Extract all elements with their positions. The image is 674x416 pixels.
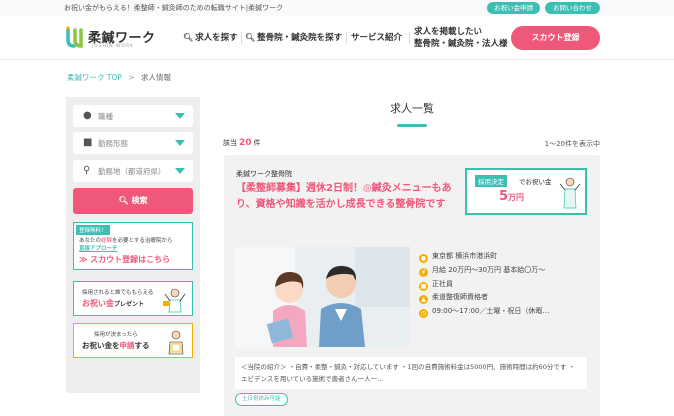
nav-service-intro-label: サービス紹介 bbox=[351, 33, 403, 43]
clinic-name: 柔鍼ワーク整骨院 bbox=[236, 170, 292, 178]
page-title: 求人一覧 bbox=[390, 102, 434, 115]
search-button-label: 検索 bbox=[131, 196, 148, 205]
result-count-value: 20 bbox=[239, 138, 252, 148]
nav-find-clinics[interactable]: 🔍︎ 整骨院・鍼灸院を探す bbox=[245, 31, 343, 44]
title-underline bbox=[397, 124, 427, 127]
chevron-down-icon bbox=[175, 168, 185, 174]
person-icon: ● bbox=[83, 110, 92, 121]
result-count-prefix: 該当 bbox=[223, 139, 237, 147]
map-pin-icon: ● bbox=[419, 254, 428, 263]
location-select-label: 勤務地（都道府県） bbox=[98, 167, 166, 176]
employment-type-select[interactable]: ■ 勤務形態 bbox=[73, 132, 193, 154]
job-type-select[interactable]: ● 職種 bbox=[73, 105, 193, 127]
nav-find-jobs-label: 求人を探す bbox=[195, 33, 238, 43]
license-icon: ▲ bbox=[419, 295, 428, 304]
free-registration-badge: 登録無料！ bbox=[76, 225, 110, 235]
location-select[interactable]: ⚲ 勤務地（都道府県） bbox=[73, 160, 193, 182]
top-bar: お祝い金がもらえる！柔整師・鍼灸師のための転職サイト|柔鍼ワーク お祝い金申請 … bbox=[0, 0, 674, 16]
feature-tag: 土日祝休み可能 bbox=[235, 393, 288, 406]
job-title[interactable]: 【柔整師募集】週休2日制！◎鍼灸メニューもあり、資格や知識を活かし成長できる整骨… bbox=[236, 181, 462, 213]
scout-register-banner[interactable]: 登録無料！ あなたの経験を必要とする治療院から 直接アプローチ ≫ スカウト登録… bbox=[73, 222, 193, 270]
briefcase-icon: ■ bbox=[83, 137, 93, 148]
job-card[interactable]: 柔鍼ワーク整骨院 【柔整師募集】週休2日制！◎鍼灸メニューもあり、資格や知識を活… bbox=[224, 155, 600, 416]
scout-register-button[interactable]: スカウト登録 bbox=[511, 26, 600, 50]
clock-icon: ◷ bbox=[419, 309, 428, 318]
search-icon: 🔍︎ bbox=[183, 32, 194, 42]
nav-divider bbox=[346, 32, 347, 44]
nav-divider bbox=[409, 32, 410, 44]
contact-pill-button[interactable]: お問い合わせ bbox=[545, 2, 600, 14]
hiring-bonus-amount: 5万円 bbox=[499, 189, 525, 204]
job-hours: ◷ 09:00～17:00／土曜・祝日（休暇… bbox=[419, 307, 550, 318]
logo-icon[interactable] bbox=[64, 26, 86, 50]
nav-for-employers-line2: 整骨院・鍼灸院・法人様 bbox=[414, 39, 508, 49]
map-pin-icon: ⚲ bbox=[83, 165, 91, 176]
present-banner-line2: お祝い金プレゼント bbox=[82, 299, 145, 308]
breadcrumb-home-link[interactable]: 柔鍼ワーク TOP bbox=[67, 73, 122, 82]
staff-photo bbox=[235, 247, 410, 347]
breadcrumb-current: 求人情報 bbox=[140, 73, 171, 82]
result-count-suffix: 件 bbox=[253, 139, 261, 147]
employment-type-select-label: 勤務形態 bbox=[98, 139, 128, 148]
apply-banner-line2: お祝い金を申請する bbox=[82, 341, 150, 350]
scout-banner-cta: ≫ スカウト登録はこちら bbox=[79, 255, 171, 264]
briefcase-icon: ■ bbox=[419, 282, 428, 291]
hiring-bonus-tag: 採用決定 bbox=[475, 175, 507, 187]
search-sidebar: ● 職種 ■ 勤務形態 ⚲ 勤務地（都道府県） 🔍︎ 検索 登録無料！ あなたの… bbox=[66, 97, 200, 393]
breadcrumb: 柔鍼ワーク TOP > 求人情報 bbox=[67, 72, 171, 83]
result-count: 該当 20 件 bbox=[223, 138, 261, 148]
hiring-bonus-caption: でお祝い金 bbox=[519, 178, 552, 186]
hiring-bonus-box: 採用決定 でお祝い金 5万円 bbox=[465, 168, 587, 215]
nav-for-employers[interactable]: 求人を掲載したい 整骨院・鍼灸院・法人様 bbox=[414, 26, 508, 50]
bonus-apply-banner[interactable]: 採用が決まったら お祝い金を申請する bbox=[73, 323, 193, 358]
nav-service-intro[interactable]: サービス紹介 bbox=[351, 31, 402, 43]
logo-subtext: JUSHIN WORK bbox=[92, 44, 135, 49]
nav-find-jobs[interactable]: 🔍︎ 求人を探す bbox=[183, 31, 238, 44]
search-icon: 🔍︎ bbox=[118, 196, 129, 205]
celebrating-person-illustration bbox=[559, 177, 581, 209]
job-license: ▲ 柔道整復師資格者 bbox=[419, 292, 488, 304]
nav-find-clinics-label: 整骨院・鍼灸院を探す bbox=[257, 33, 343, 43]
scout-banner-line2: 直接アプローチ bbox=[79, 246, 118, 252]
chevron-down-icon bbox=[175, 140, 185, 146]
job-employment-type: ■ 正社員 bbox=[419, 280, 453, 291]
breadcrumb-separator: > bbox=[128, 73, 135, 82]
yen-icon: ¥ bbox=[419, 268, 428, 277]
search-icon: 🔍︎ bbox=[245, 32, 256, 42]
cheering-person-illustration bbox=[163, 288, 186, 313]
bonus-present-banner[interactable]: 採用されると誰でももらえる お祝い金プレゼント bbox=[73, 281, 193, 316]
bonus-apply-pill-button[interactable]: お祝い金申請 bbox=[487, 2, 540, 14]
job-location: ● 東京都 横浜市港浜町 bbox=[419, 252, 498, 263]
job-description: ＜当院の紹介＞ ・自費・柔整・鍼灸・対応しています ・1回の自費施術料金は500… bbox=[235, 357, 587, 389]
site-header: 柔鍼ワーク JUSHIN WORK 🔍︎ 求人を探す 🔍︎ 整骨院・鍼灸院を探す… bbox=[0, 16, 674, 60]
person-with-document-illustration bbox=[168, 330, 184, 355]
result-range: 1～20件を表示中 bbox=[544, 140, 600, 148]
present-banner-line1: 採用されると誰でももらえる bbox=[82, 290, 154, 296]
site-tagline: お祝い金がもらえる！柔整師・鍼灸師のための転職サイト|柔鍼ワーク bbox=[64, 4, 284, 12]
scout-banner-line1: あなたの経験を必要とする治療院から bbox=[79, 238, 173, 244]
nav-for-employers-line1: 求人を掲載したい bbox=[414, 27, 483, 37]
apply-banner-line1: 採用が決まったら bbox=[94, 332, 138, 338]
nav-divider bbox=[241, 32, 242, 44]
chevron-down-icon bbox=[175, 113, 185, 119]
search-button[interactable]: 🔍︎ 検索 bbox=[73, 188, 193, 214]
job-type-select-label: 職種 bbox=[98, 112, 113, 121]
job-salary: ¥ 月給 20万円～30万円 基本給〇万～ bbox=[419, 265, 545, 277]
